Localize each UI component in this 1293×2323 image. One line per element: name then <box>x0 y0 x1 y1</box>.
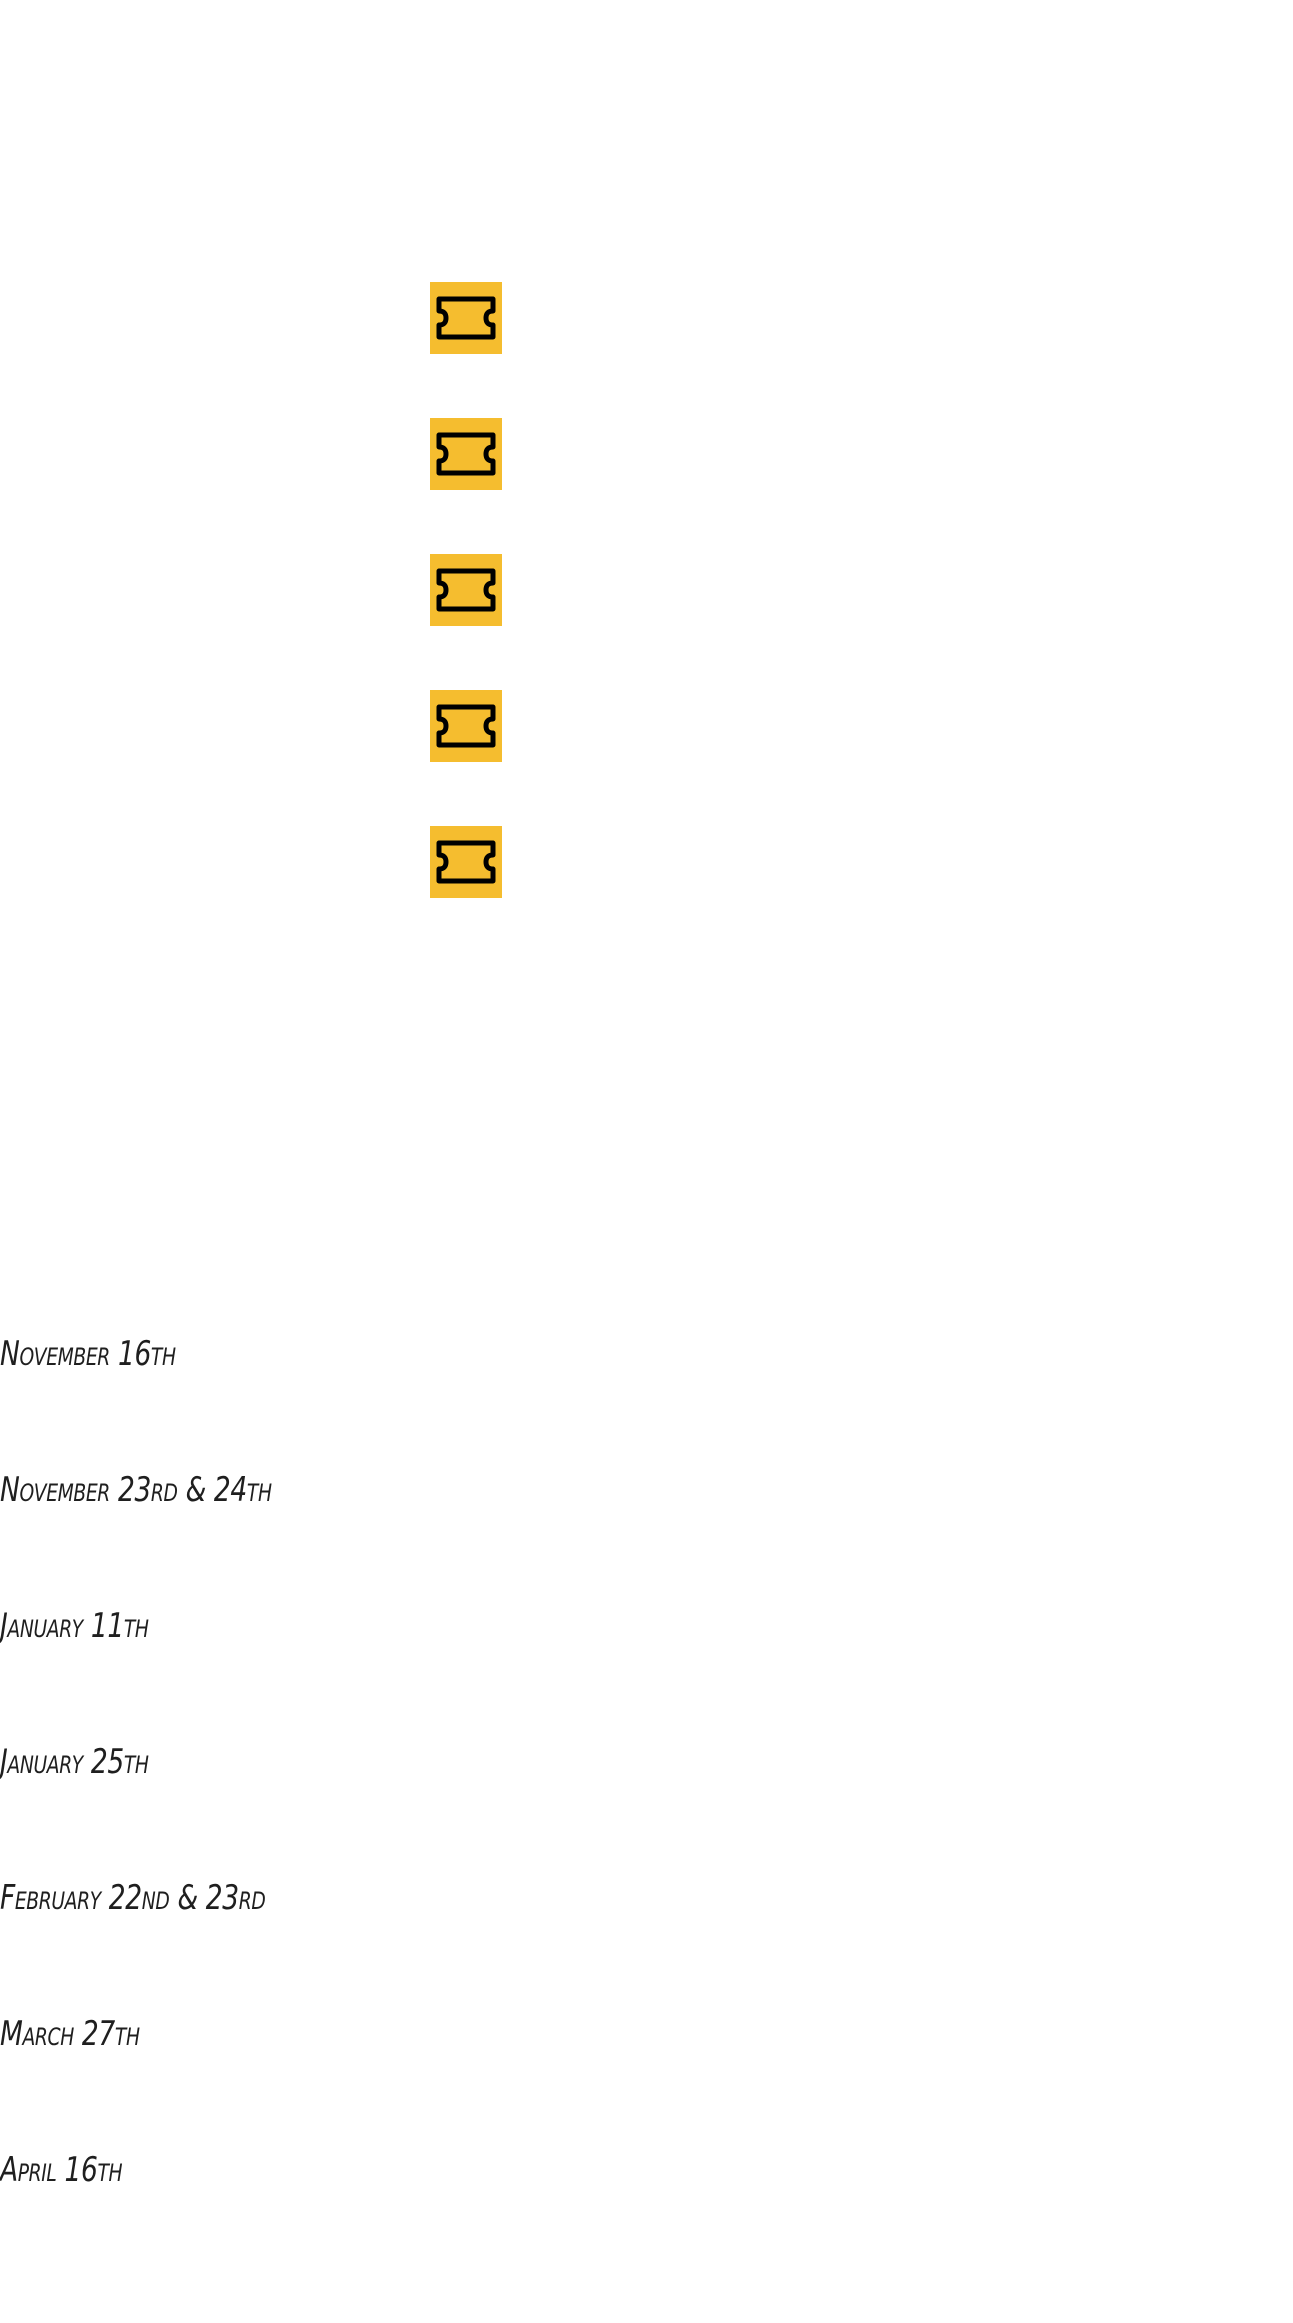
list-item: November 23rd & 24th <box>0 1466 348 1602</box>
event-date: March 27th <box>0 2014 140 2054</box>
ticket-button-5[interactable] <box>430 826 502 898</box>
list-item: April 16th <box>0 2146 348 2282</box>
ticket-button-1[interactable] <box>430 282 502 354</box>
ticket-icon <box>436 704 496 748</box>
list-item: January 11th <box>0 1602 348 1738</box>
ticket-icon <box>436 296 496 340</box>
list-item: February 22nd & 23rd <box>0 1874 348 2010</box>
list-item: November 16th <box>0 1330 348 1466</box>
ticket-button-list <box>430 282 502 962</box>
ticket-button-4[interactable] <box>430 690 502 762</box>
event-date-list: November 16th November 23rd & 24th Janua… <box>0 1330 348 2282</box>
event-date: January 11th <box>0 1606 149 1646</box>
ticket-button-3[interactable] <box>430 554 502 626</box>
ticket-icon <box>436 568 496 612</box>
event-date: January 25th <box>0 1742 149 1782</box>
event-date: November 16th <box>0 1334 176 1374</box>
ticket-icon <box>436 432 496 476</box>
list-item: January 25th <box>0 1738 348 1874</box>
ticket-icon <box>436 840 496 884</box>
event-date: November 23rd & 24th <box>0 1470 272 1510</box>
ticket-button-2[interactable] <box>430 418 502 490</box>
list-item: March 27th <box>0 2010 348 2146</box>
event-date: February 22nd & 23rd <box>0 1878 266 1918</box>
event-date: April 16th <box>0 2150 123 2190</box>
